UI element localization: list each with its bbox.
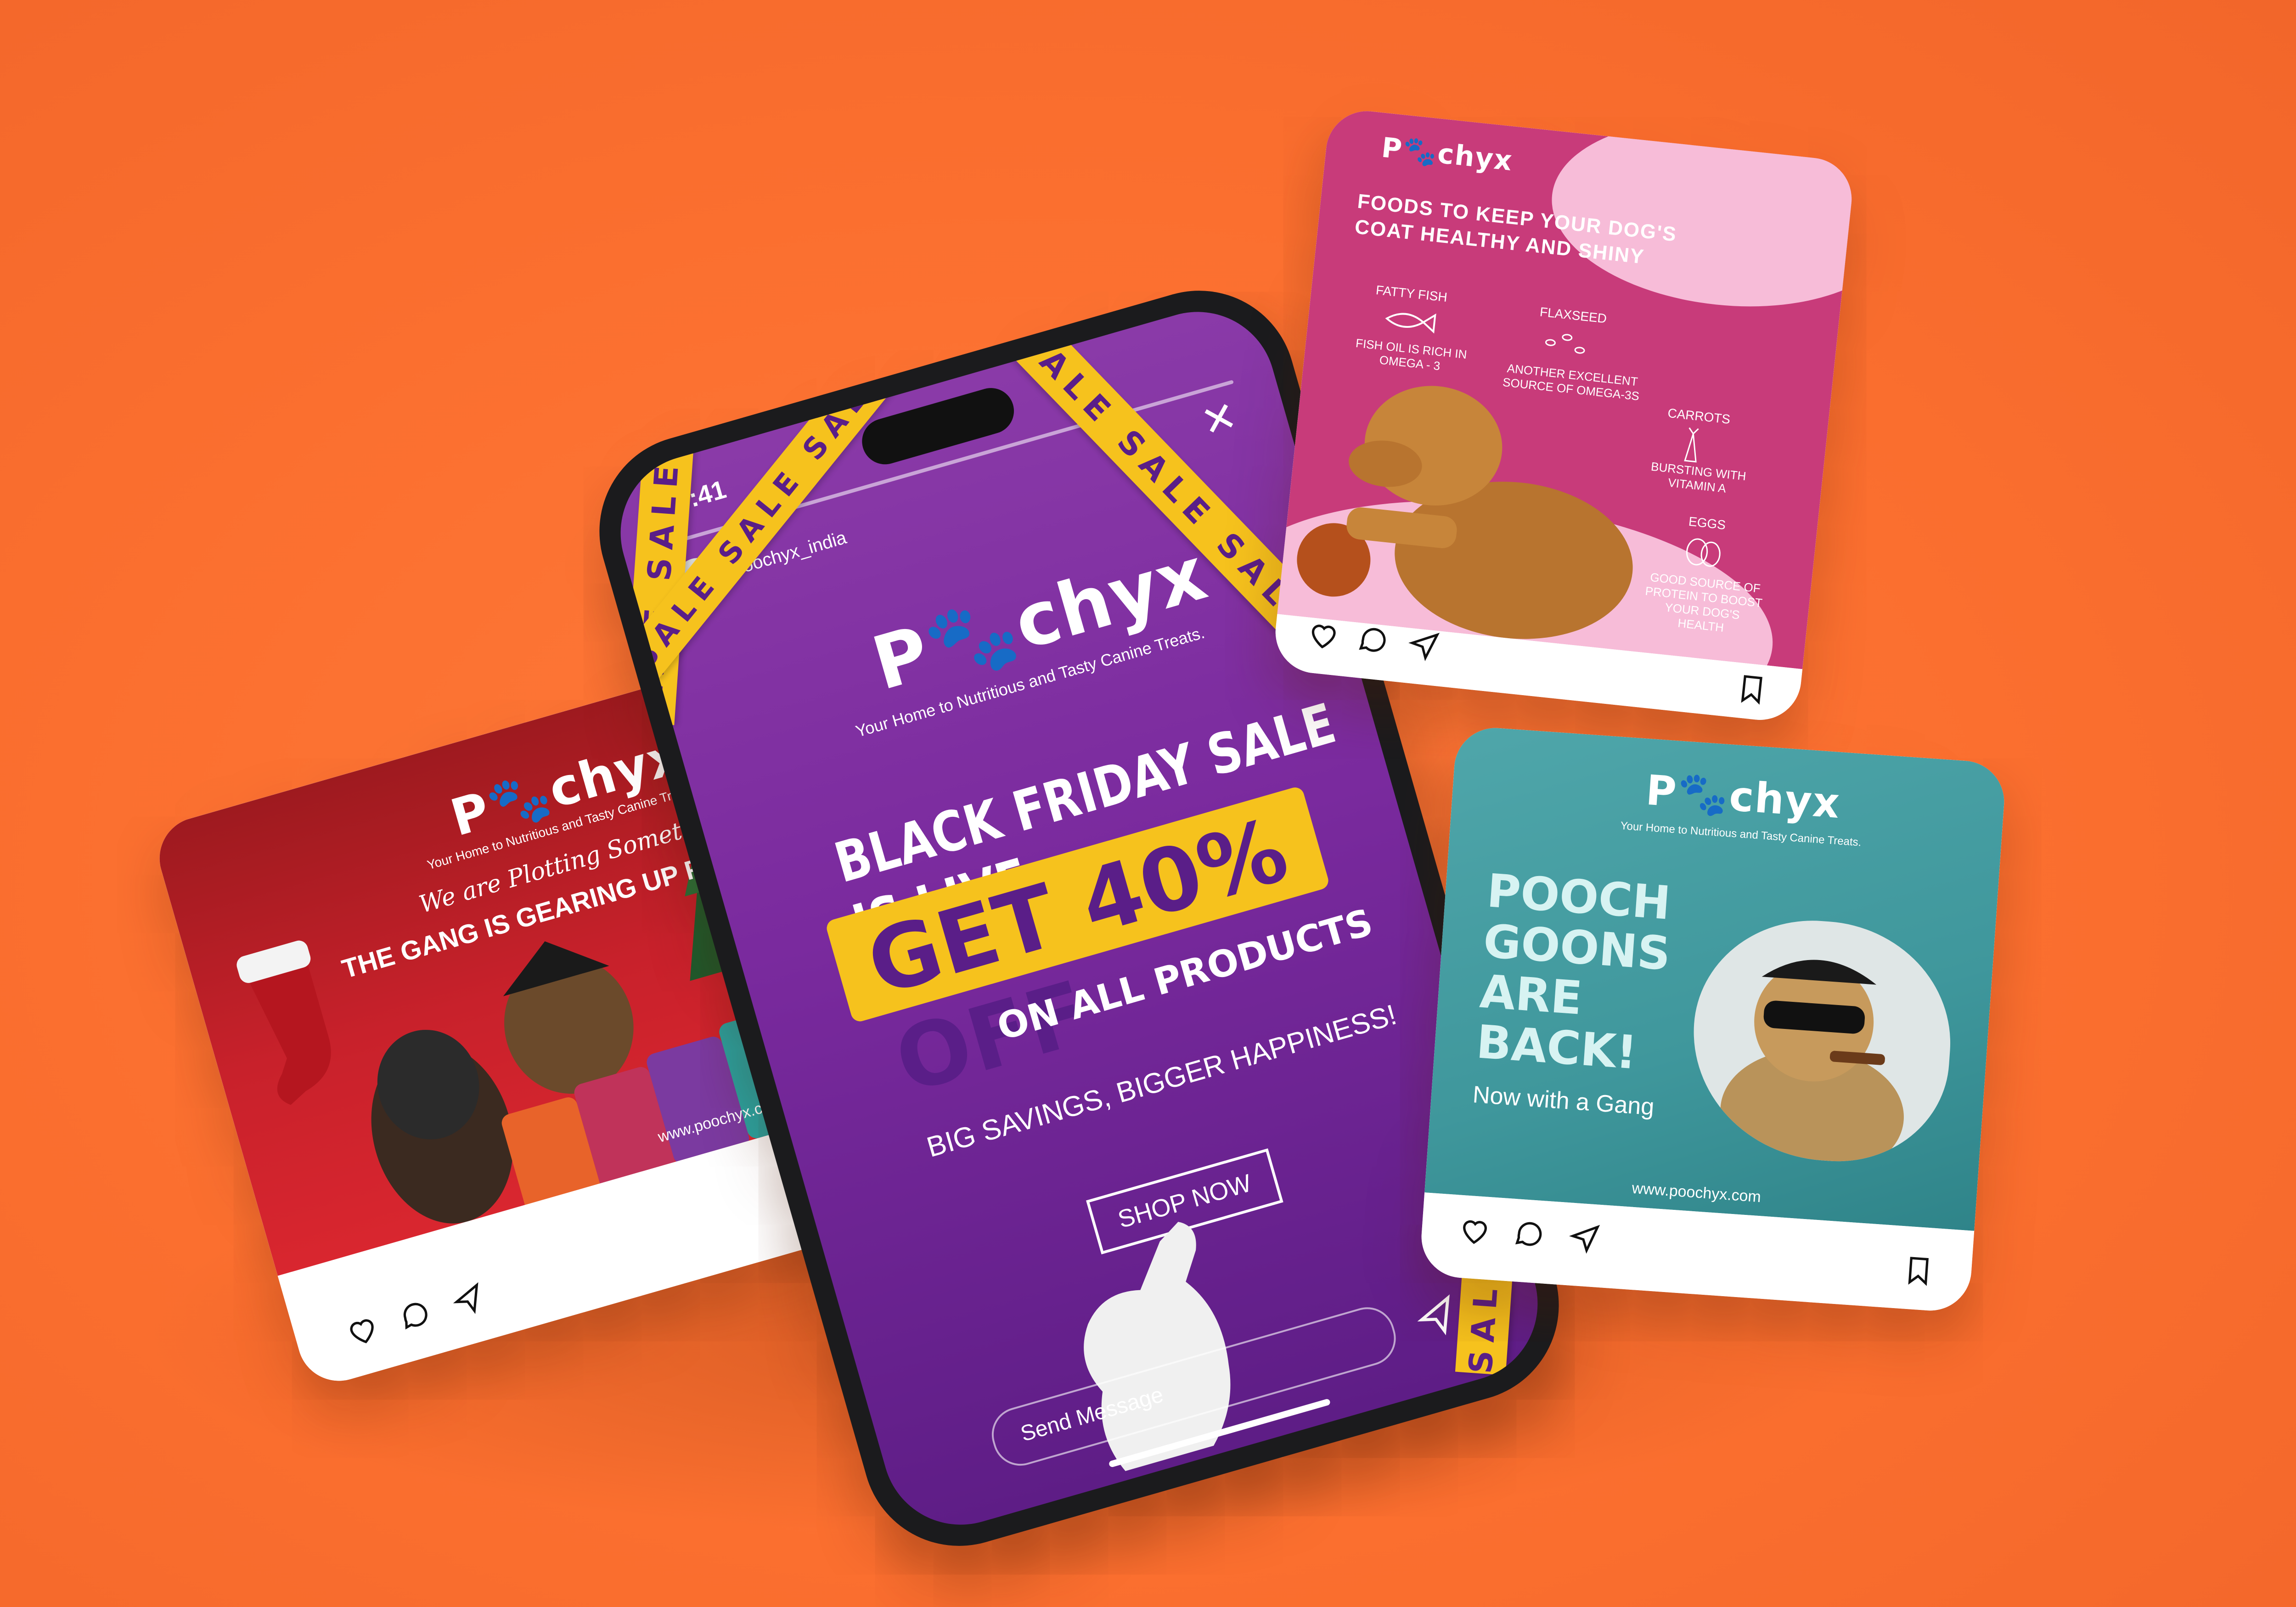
carrot-icon bbox=[1684, 427, 1699, 463]
goons-website: www.poochyx.com bbox=[1631, 1179, 1762, 1206]
goons-subline: Now with a Gang bbox=[1472, 1081, 1655, 1121]
dog-with-sunglasses-illustration bbox=[1720, 960, 1904, 1169]
item-fatty-fish-name: FATTY FISH bbox=[1375, 282, 1448, 305]
heart-icon[interactable] bbox=[343, 1310, 383, 1350]
eggs-icon bbox=[1686, 538, 1721, 567]
share-icon[interactable] bbox=[449, 1280, 489, 1320]
heart-icon[interactable] bbox=[1306, 618, 1341, 653]
coat-logo: P🐾chyx bbox=[1380, 131, 1514, 178]
item-flaxseed-name: FLAXSEED bbox=[1539, 304, 1608, 326]
seeds-icon bbox=[1545, 334, 1585, 354]
bookmark-icon[interactable] bbox=[1734, 672, 1769, 707]
share-icon[interactable] bbox=[1568, 1221, 1602, 1255]
coat-post-image: P🐾chyx FOODS TO KEEP YOUR DOG'S COAT HEA… bbox=[1277, 107, 1856, 669]
comment-icon[interactable] bbox=[1513, 1217, 1547, 1252]
item-eggs-name: EGGS bbox=[1688, 514, 1727, 533]
bookmark-icon[interactable] bbox=[1902, 1253, 1936, 1288]
coat-health-post-card[interactable]: P🐾chyx FOODS TO KEEP YOUR DOG'S COAT HEA… bbox=[1271, 107, 1856, 724]
dynamic-island bbox=[856, 382, 1019, 470]
fish-icon bbox=[1385, 313, 1436, 334]
heart-icon[interactable] bbox=[1458, 1214, 1492, 1248]
item-carrots-name: CARROTS bbox=[1667, 405, 1731, 427]
goons-headline-line-4: BACK! bbox=[1474, 1015, 1639, 1080]
comment-icon[interactable] bbox=[396, 1295, 436, 1335]
goons-headline: POOCH GOONS ARE BACK! bbox=[1474, 864, 1676, 1080]
share-icon[interactable] bbox=[1407, 628, 1442, 663]
send-icon[interactable] bbox=[1412, 1292, 1463, 1343]
goons-photo-blob bbox=[1685, 912, 1958, 1169]
paw-logo-icon: 🐾 bbox=[1675, 768, 1731, 820]
golden-retriever-illustration bbox=[1297, 386, 1633, 639]
goons-logo: P🐾chyx bbox=[1644, 766, 1842, 828]
goons-post-image: P🐾chyx Your Home to Nutritious and Tasty… bbox=[1424, 725, 2007, 1231]
paw-logo-icon: 🐾 bbox=[1401, 134, 1440, 170]
pooch-goons-post-card[interactable]: P🐾chyx Your Home to Nutritious and Tasty… bbox=[1418, 725, 2007, 1314]
close-icon[interactable]: ✕ bbox=[1196, 393, 1242, 446]
comment-icon[interactable] bbox=[1356, 623, 1391, 658]
